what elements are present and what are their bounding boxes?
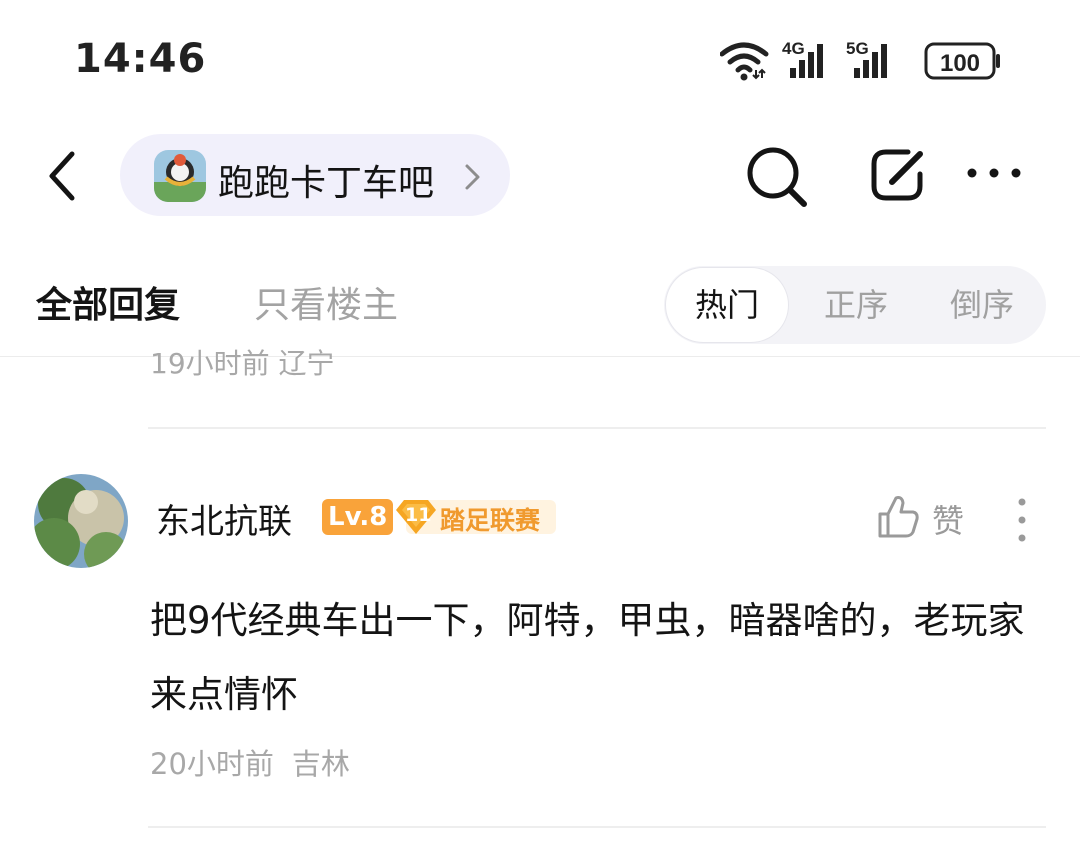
sort-option-ascending[interactable]: 正序 (794, 266, 918, 344)
forum-chevron (458, 160, 488, 194)
more-vertical-icon (1018, 498, 1026, 542)
reply-location: 吉林 (291, 747, 350, 781)
league-name: 踏足联赛 (440, 506, 541, 535)
reply-username[interactable]: 东北抗联 (156, 494, 292, 543)
sort-option-descending[interactable]: 倒序 (920, 266, 1044, 344)
previous-reply-meta: 19小时前 辽宁 (150, 347, 335, 378)
battery-level: 100 (940, 50, 980, 77)
back-icon (49, 151, 75, 201)
forum-avatar (154, 150, 206, 202)
status-time: 14:46 (74, 36, 207, 82)
tab-all-replies[interactable]: 全部回复 (36, 276, 180, 328)
forum-name: 跑跑卡丁车吧 (218, 163, 435, 204)
status-icons-svg: 4G 5G 100 (719, 39, 1000, 81)
search-icon (747, 147, 807, 207)
thumbs-up-icon (878, 496, 919, 538)
like-button[interactable]: 赞 (876, 494, 964, 544)
tab-op-only[interactable]: 只看楼主 (254, 276, 398, 328)
forum-logo-icon (154, 150, 206, 202)
level-badge: Lv.8 (322, 499, 394, 535)
forum-pill[interactable]: 跑跑卡丁车吧 (120, 134, 510, 216)
sort-option-hot[interactable]: 热门 (666, 268, 788, 342)
more-horizontal-icon (967, 168, 1021, 178)
reply-text: 把9代经典车出一下，阿特，甲虫，暗器啥的，老玩家来点情怀 (150, 599, 1025, 716)
status-icons: 4G 5G 100 (719, 38, 1010, 84)
divider (148, 826, 1046, 828)
divider (148, 427, 1046, 429)
reply-more-button[interactable] (1010, 496, 1034, 544)
network-2-label: 5G (846, 39, 869, 58)
edit-icon (871, 149, 923, 201)
chevron-right-icon (465, 164, 480, 190)
back-button[interactable] (40, 148, 90, 204)
battery-icon: 100 (924, 42, 1000, 80)
league-number: 11 (405, 504, 432, 526)
edit-button[interactable] (868, 144, 930, 210)
network-1-label: 4G (782, 39, 805, 58)
reply-time: 20小时前 (150, 747, 274, 781)
avatar[interactable] (34, 474, 128, 568)
cellular-5g-icon: 5G (846, 39, 887, 78)
cellular-4g-icon: 4G (782, 39, 823, 78)
nav-bar: 跑跑卡丁车吧 (0, 120, 1080, 230)
avatar-image (34, 474, 128, 568)
sort-segmented-control: 热门 正序 倒序 (664, 266, 1046, 344)
status-bar: 14:46 4G 5G 100 (0, 0, 1080, 120)
reply-meta: 20小时前 吉林 (150, 741, 350, 783)
wifi-icon (719, 42, 769, 81)
search-button[interactable] (744, 144, 810, 214)
like-label: 赞 (932, 502, 965, 540)
league-badge: 11 踏足联赛 (392, 496, 556, 538)
more-button[interactable] (964, 160, 1024, 190)
